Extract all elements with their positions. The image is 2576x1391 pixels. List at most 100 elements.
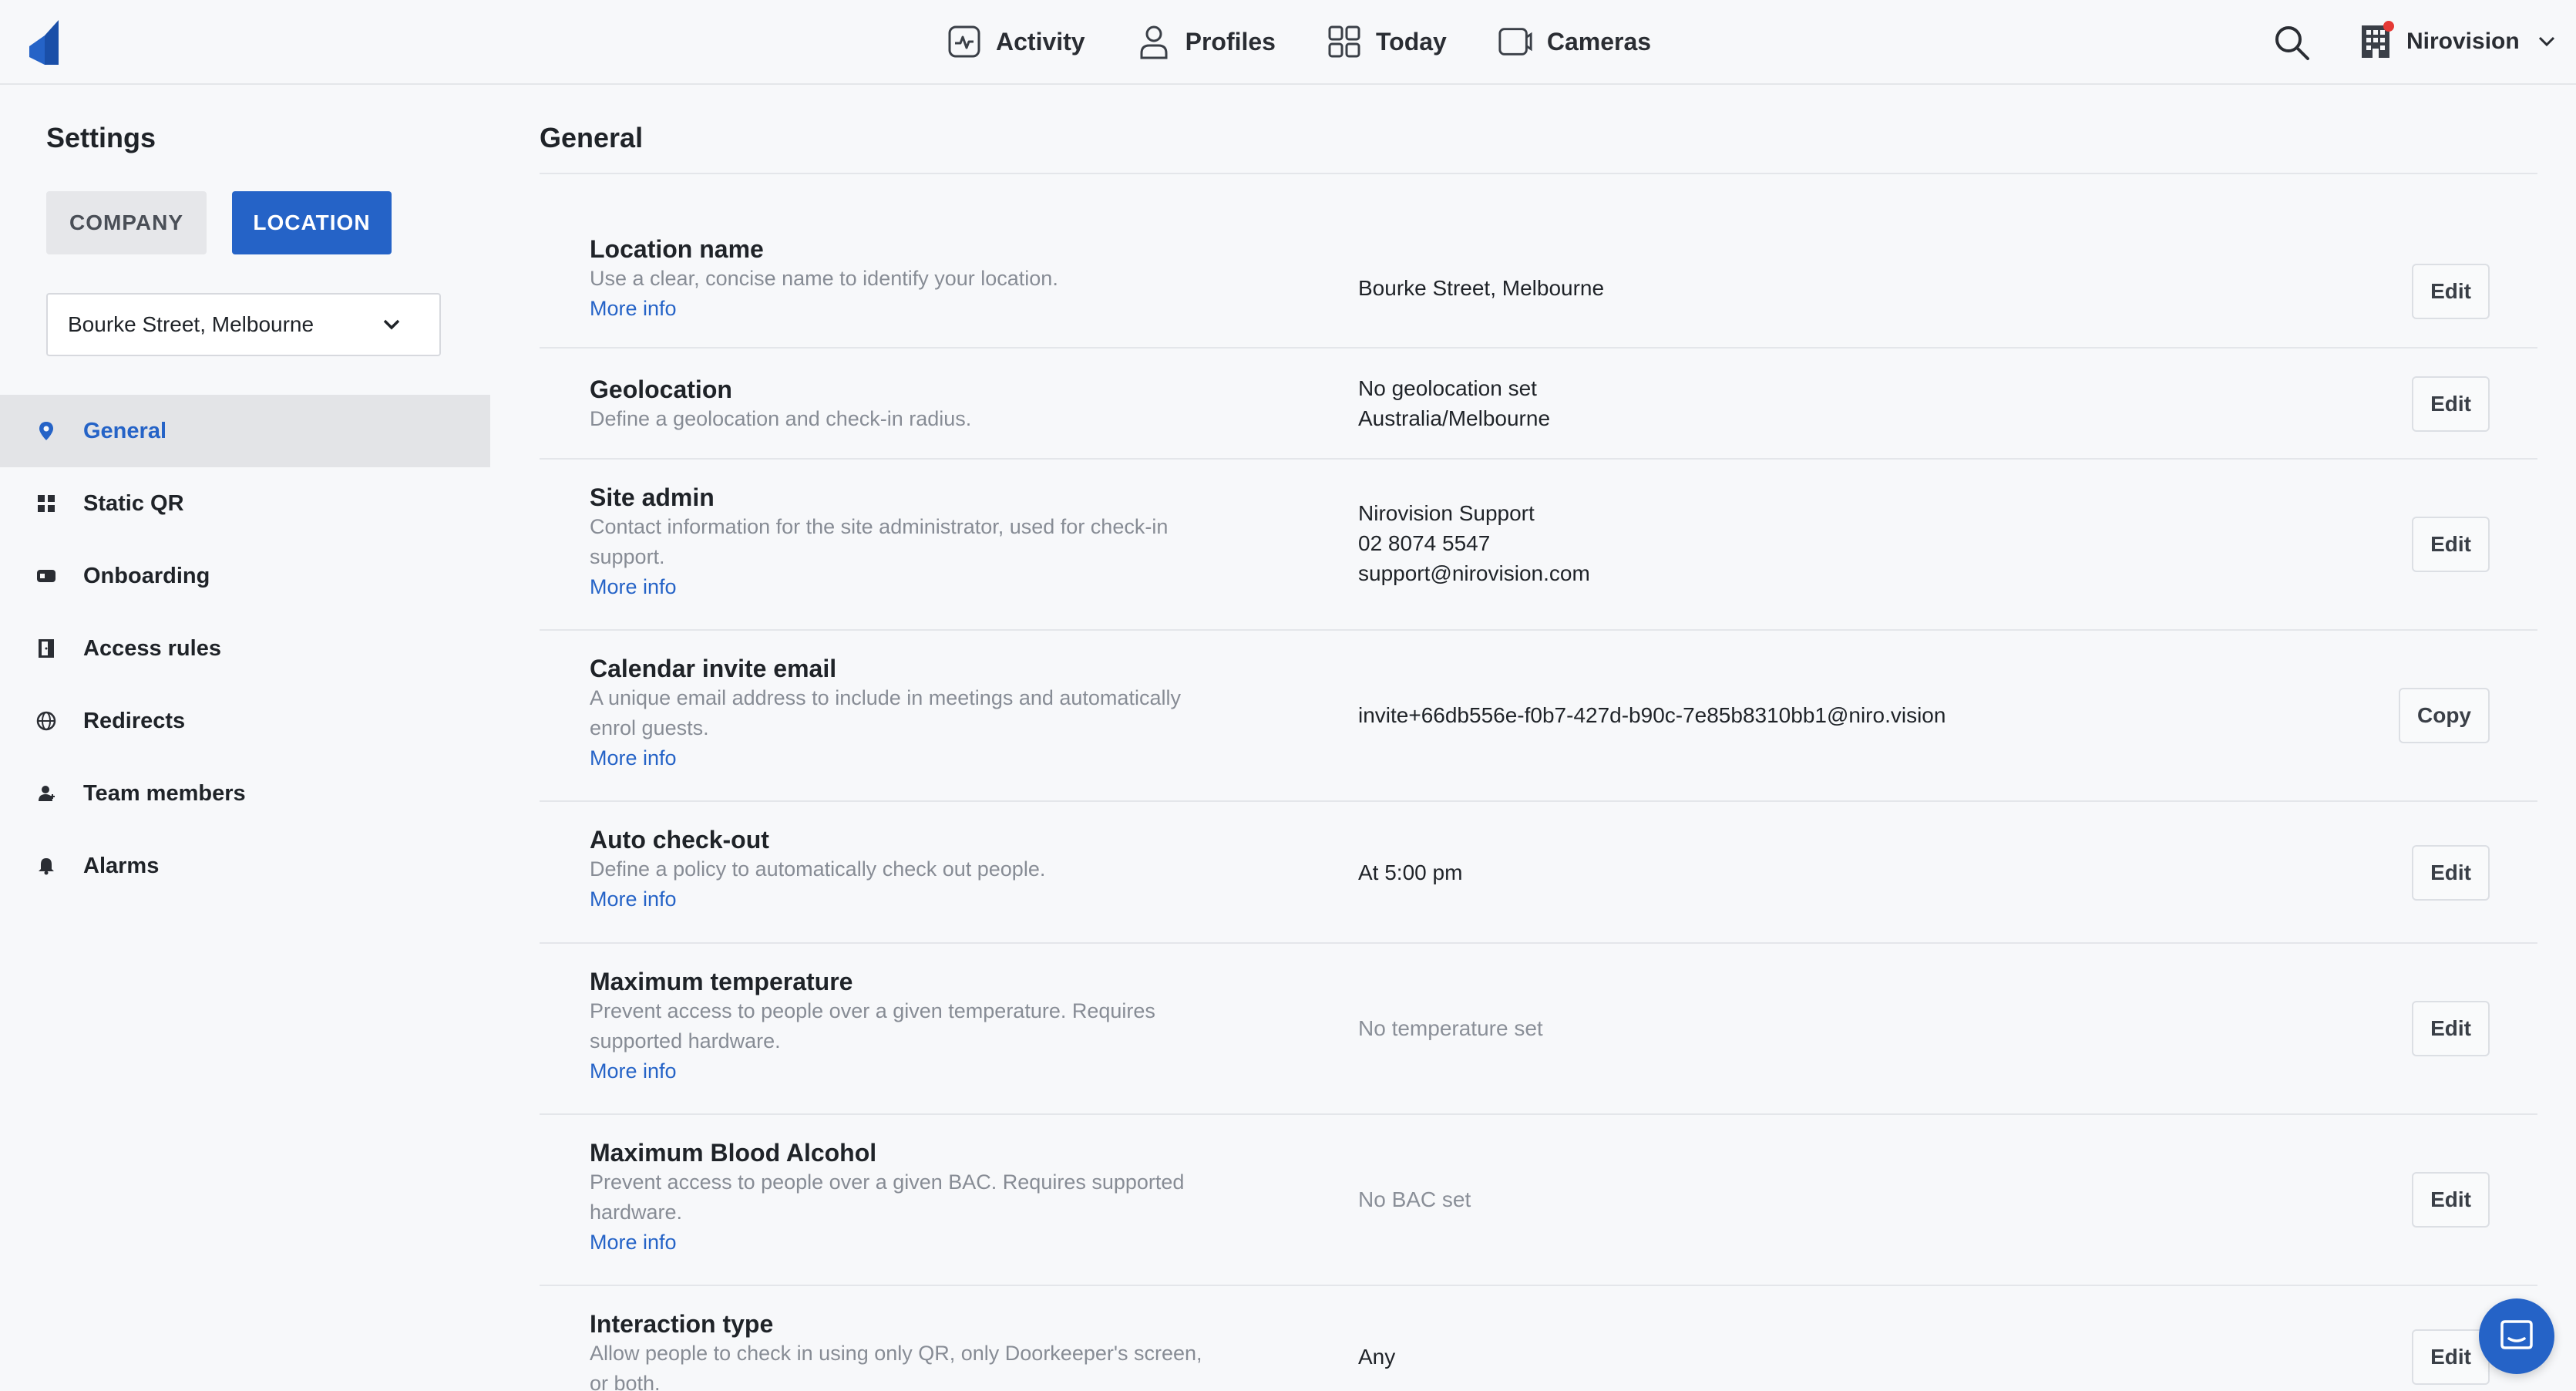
setting-description: Define a geolocation and check-in radius…	[590, 407, 972, 430]
edit-button[interactable]: Edit	[2412, 517, 2490, 572]
more-info-link[interactable]: More info	[590, 1228, 1253, 1258]
setting-text: Location name Use a clear, concise name …	[590, 234, 1253, 324]
organization-switcher[interactable]: Nirovision	[2360, 20, 2557, 63]
edit-button[interactable]: Edit	[2412, 1001, 2490, 1056]
setting-value-line: No BAC set	[1358, 1187, 1471, 1211]
setting-description: hardware.	[590, 1201, 683, 1224]
setting-description: support.	[590, 545, 665, 568]
edit-button[interactable]: Edit	[2412, 376, 2490, 432]
setting-value-line: No geolocation set	[1358, 376, 1537, 400]
sidebar-item-label: Redirects	[83, 708, 186, 733]
more-info-link[interactable]: More info	[590, 572, 1253, 602]
setting-row-maximum-temperature: Maximum temperature Prevent access to pe…	[540, 944, 2537, 1115]
setting-name: Maximum Blood Alcohol	[590, 1139, 877, 1167]
sidebar-item-label: Alarms	[83, 853, 160, 878]
setting-text: Calendar invite email A unique email add…	[590, 654, 1253, 773]
setting-value-line: 02 8074 5547	[1358, 531, 1491, 555]
setting-value: At 5:00 pm	[1358, 857, 1462, 887]
setting-value-line: At 5:00 pm	[1358, 861, 1463, 884]
edit-button[interactable]: Edit	[2412, 264, 2490, 319]
chevron-down-icon	[2538, 36, 2554, 47]
setting-text: Maximum temperature Prevent access to pe…	[590, 967, 1253, 1086]
setting-name: Maximum temperature	[590, 968, 853, 995]
more-info-link[interactable]: More info	[590, 294, 1253, 324]
location-tab[interactable]: LOCATION	[232, 191, 392, 254]
sidebar-title: Settings	[46, 122, 156, 153]
nav-profiles[interactable]: Profiles	[1136, 24, 1276, 59]
setting-value-line: Bourke Street, Melbourne	[1358, 276, 1605, 300]
settings-list: Location name Use a clear, concise name …	[540, 174, 2537, 1391]
location-select-value: Bourke Street, Melbourne	[68, 312, 314, 336]
edit-button[interactable]: Edit	[2412, 1329, 2490, 1385]
company-tab[interactable]: COMPANY	[46, 191, 207, 254]
setting-description: Prevent access to people over a given te…	[590, 999, 1155, 1022]
setting-row-calendar-invite-email: Calendar invite email A unique email add…	[540, 631, 2537, 802]
sidebar-item-label: General	[83, 418, 166, 443]
setting-description: enrol guests.	[590, 716, 709, 739]
setting-text: Auto check-out Define a policy to automa…	[590, 825, 1253, 914]
setting-row-interaction-type: Interaction type Allow people to check i…	[540, 1286, 2537, 1391]
qr-icon	[35, 493, 57, 514]
nav-activity[interactable]: Activity	[947, 24, 1085, 59]
setting-row-geolocation: Geolocation Define a geolocation and che…	[540, 349, 2537, 460]
profile-icon	[1136, 24, 1172, 59]
setting-value: No geolocation set Australia/Melbourne	[1358, 373, 1550, 433]
more-info-link[interactable]: More info	[590, 884, 1253, 914]
setting-row-location-name: Location name Use a clear, concise name …	[540, 174, 2537, 349]
settings-nav: General Static QR Onboarding Access rule…	[0, 395, 490, 902]
setting-description: supported hardware.	[590, 1029, 781, 1053]
more-info-link[interactable]: More info	[590, 743, 1253, 773]
setting-text: Interaction type Allow people to check i…	[590, 1309, 1253, 1391]
sidebar-item-label: Static QR	[83, 490, 184, 516]
edit-button[interactable]: Edit	[2412, 845, 2490, 901]
setting-text: Site admin Contact information for the s…	[590, 483, 1253, 602]
bell-icon	[35, 855, 57, 877]
nirovision-logo[interactable]	[29, 20, 63, 65]
copy-button[interactable]: Copy	[2399, 688, 2490, 743]
location-select[interactable]: Bourke Street, Melbourne	[46, 293, 441, 356]
setting-text: Maximum Blood Alcohol Prevent access to …	[590, 1138, 1253, 1258]
setting-value-line: support@nirovision.com	[1358, 561, 1590, 585]
nav-cameras[interactable]: Cameras	[1498, 24, 1651, 59]
setting-name: Interaction type	[590, 1310, 774, 1338]
setting-value-line: Nirovision Support	[1358, 501, 1535, 525]
edit-button[interactable]: Edit	[2412, 1172, 2490, 1228]
sidebar-item-team-members[interactable]: Team members	[0, 757, 490, 830]
setting-name: Auto check-out	[590, 826, 769, 854]
activity-icon	[947, 24, 982, 59]
team-icon	[35, 783, 57, 804]
sidebar-item-access-rules[interactable]: Access rules	[0, 612, 490, 685]
setting-value: No temperature set	[1358, 1013, 1543, 1043]
setting-row-maximum-blood-alcohol: Maximum Blood Alcohol Prevent access to …	[540, 1115, 2537, 1286]
page-title: General	[540, 122, 644, 153]
sidebar-item-onboarding[interactable]: Onboarding	[0, 540, 490, 612]
notification-dot	[2383, 21, 2394, 32]
setting-name: Site admin	[590, 483, 715, 511]
top-bar: Activity Profiles Today Cameras Nirovisi…	[0, 0, 2576, 85]
setting-name: Calendar invite email	[590, 655, 837, 682]
setting-value: No BAC set	[1358, 1184, 1471, 1214]
setting-value-line: No temperature set	[1358, 1016, 1543, 1040]
setting-name: Geolocation	[590, 376, 732, 403]
sidebar-item-redirects[interactable]: Redirects	[0, 685, 490, 757]
nav-today-label: Today	[1375, 27, 1447, 56]
nav-today[interactable]: Today	[1327, 24, 1447, 59]
search-icon[interactable]	[2272, 23, 2311, 62]
camera-icon	[1498, 24, 1533, 59]
building-icon	[2360, 21, 2394, 59]
setting-name: Location name	[590, 235, 764, 263]
setting-description: Use a clear, concise name to identify yo…	[590, 267, 1058, 290]
setting-value: Bourke Street, Melbourne	[1358, 273, 1604, 303]
nav-profiles-label: Profiles	[1185, 27, 1276, 56]
sidebar-item-static-qr[interactable]: Static QR	[0, 467, 490, 540]
sidebar-item-label: Team members	[83, 780, 246, 806]
organization-name: Nirovision	[2406, 29, 2520, 54]
chat-launcher-button[interactable]	[2479, 1298, 2554, 1374]
setting-description: Allow people to check in using only QR, …	[590, 1342, 1202, 1365]
sidebar-item-general[interactable]: General	[0, 395, 490, 467]
more-info-link[interactable]: More info	[590, 1056, 1253, 1086]
sidebar-item-alarms[interactable]: Alarms	[0, 830, 490, 902]
chevron-down-icon	[383, 319, 400, 330]
setting-description: Define a policy to automatically check o…	[590, 857, 1046, 881]
setting-description: A unique email address to include in mee…	[590, 686, 1181, 709]
